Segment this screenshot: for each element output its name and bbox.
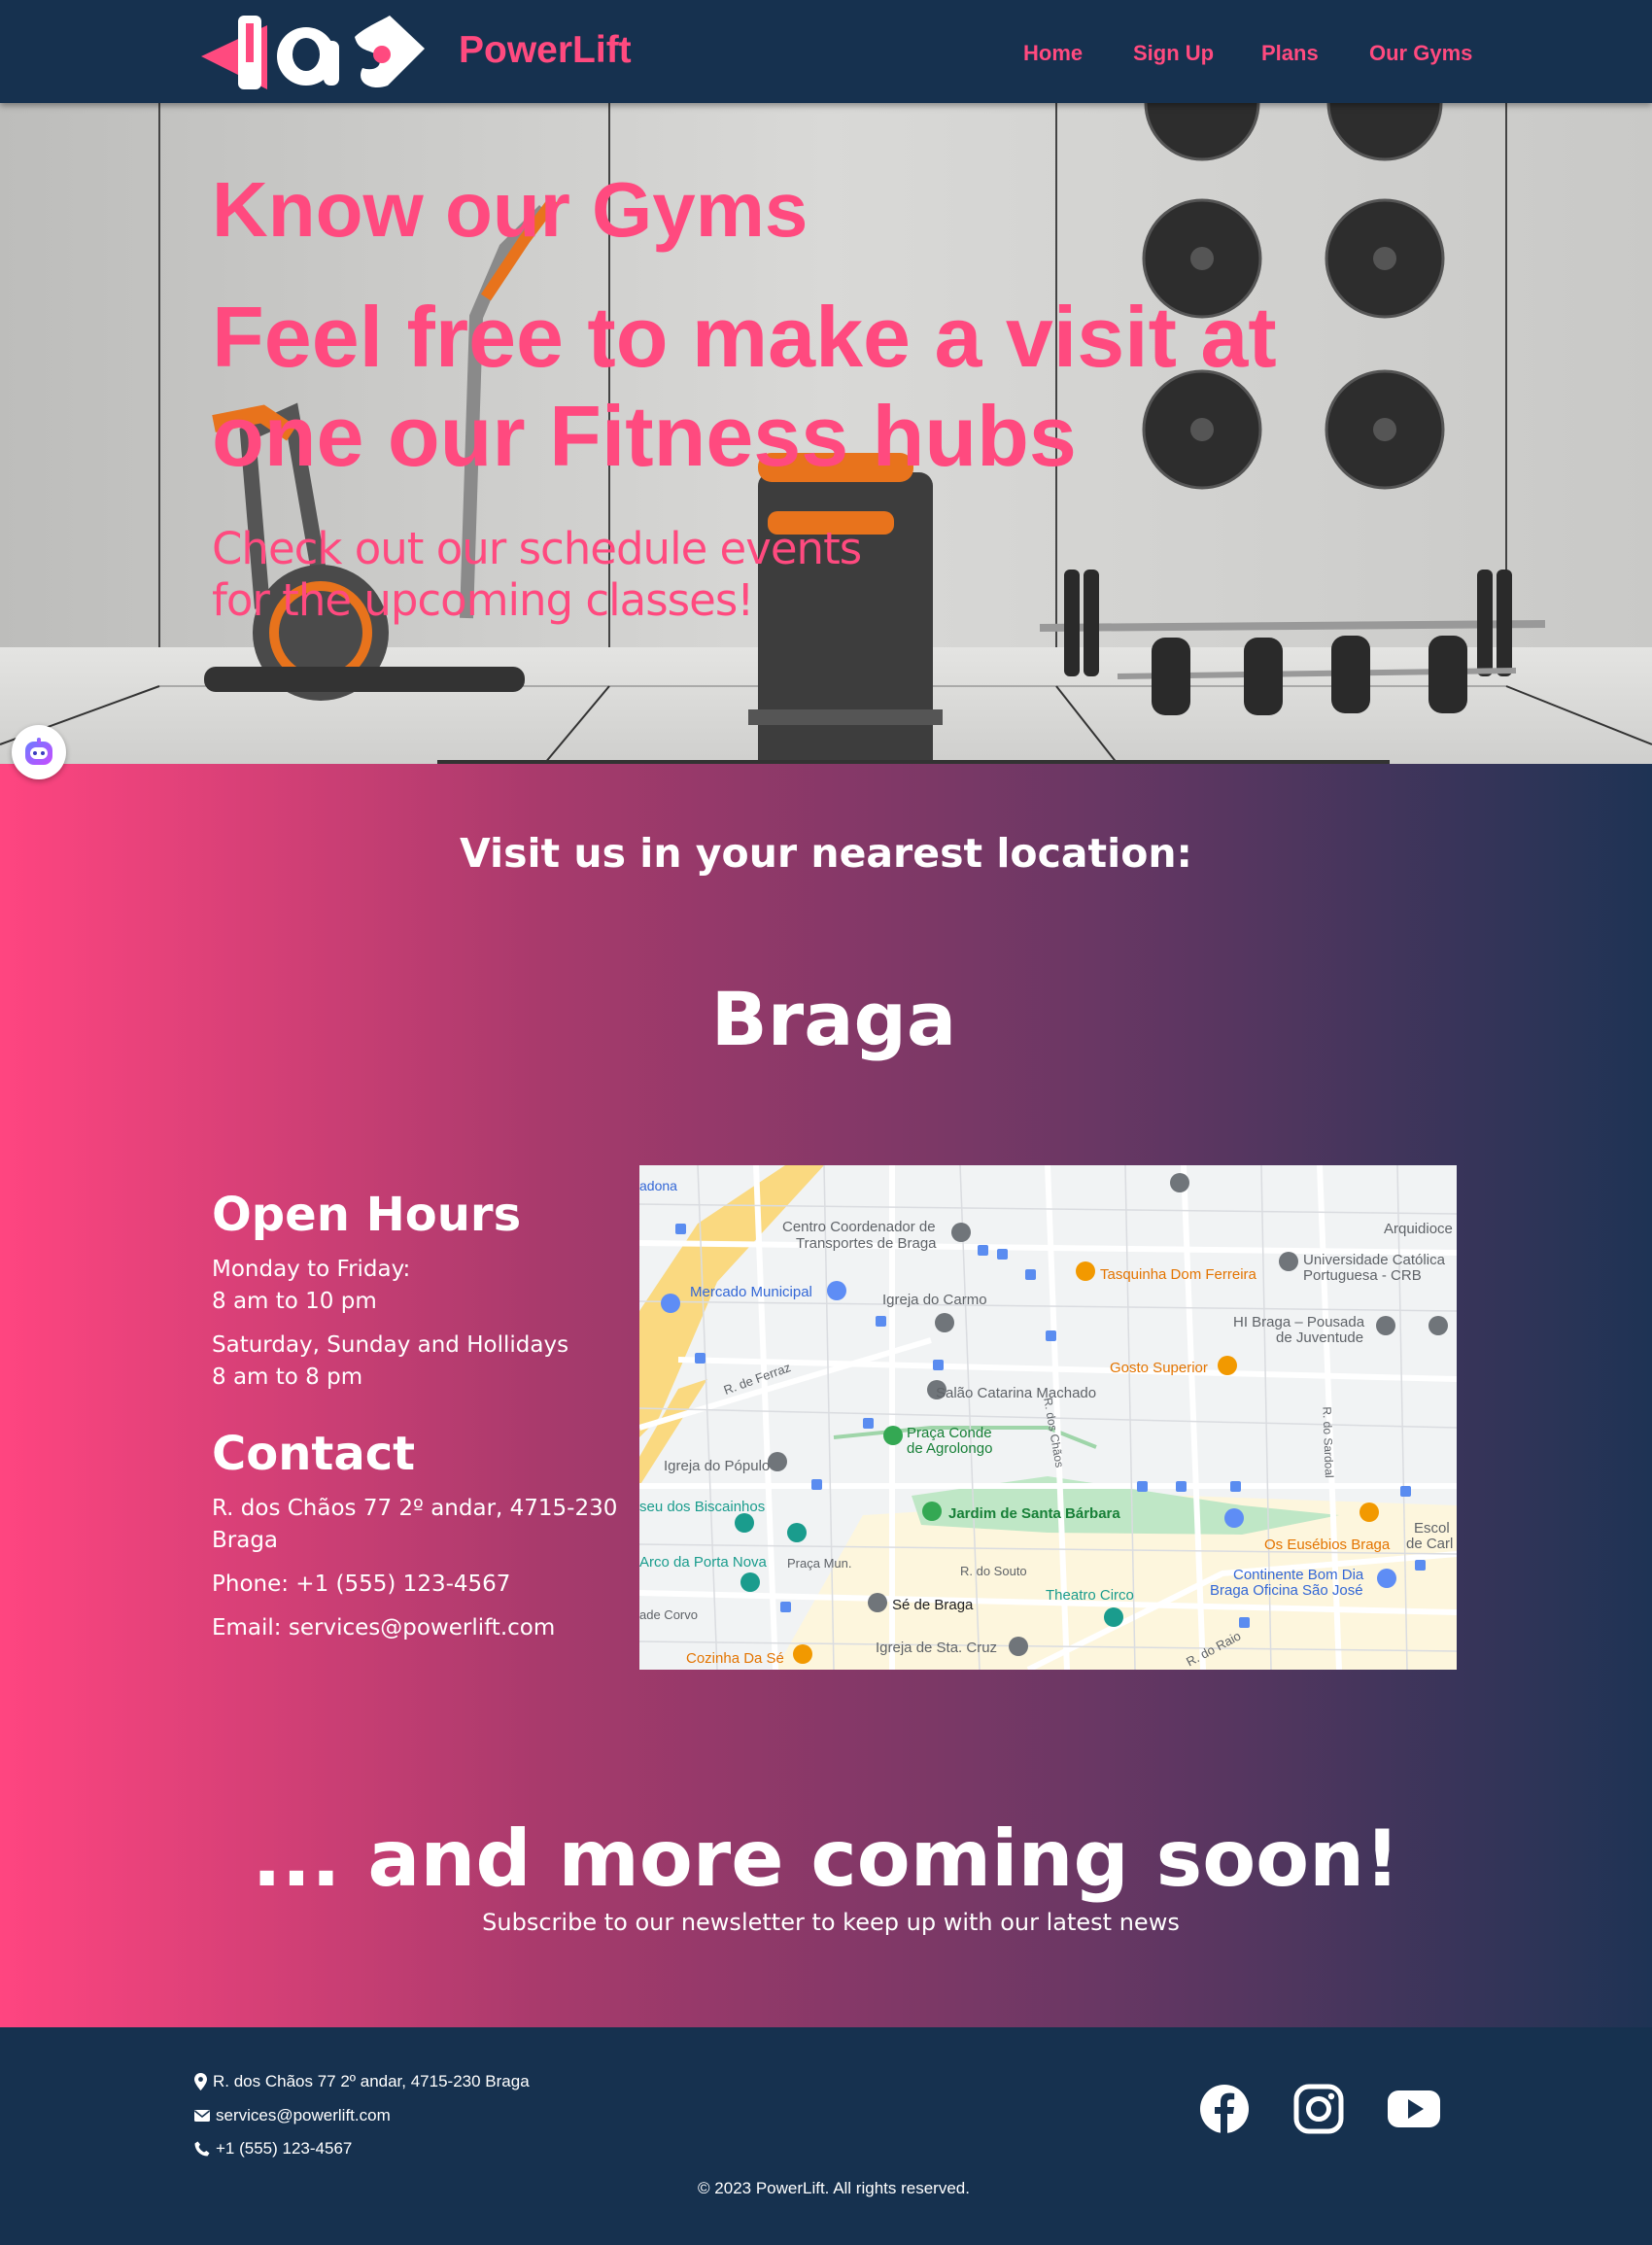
- map-label: Arco da Porta Nova: [639, 1554, 767, 1571]
- map-label: de Carl: [1406, 1536, 1454, 1552]
- site-footer: R. dos Chãos 77 2º andar, 4715-230 Braga…: [0, 2027, 1652, 2245]
- copyright-text: © 2023 PowerLift. All rights reserved.: [698, 2179, 970, 2197]
- more-coming-heading: ... and more coming soon!: [252, 1813, 1400, 1904]
- map-label: Jardim de Santa Bárbara: [948, 1505, 1120, 1522]
- nav-sign-up[interactable]: Sign Up: [1133, 41, 1214, 66]
- address-line-1: R. dos Chãos 77 2º andar, 4715-230: [212, 1496, 618, 1521]
- map-label: Escol: [1414, 1520, 1450, 1537]
- assistant-bot-icon[interactable]: [12, 725, 66, 779]
- map-label: HI Braga – Pousada: [1233, 1314, 1365, 1330]
- envelope-icon: [194, 2110, 210, 2122]
- map-label: R. do Sardoal: [1320, 1406, 1336, 1478]
- map-label: Igreja de Sta. Cruz: [876, 1640, 998, 1656]
- map-label: Salão Catarina Machado: [936, 1385, 1097, 1401]
- map-label: Arquidioce: [1384, 1221, 1453, 1237]
- hero-section: Know our Gyms Feel free to make a visit …: [0, 103, 1652, 764]
- map-label: Igreja do Pópulo: [664, 1458, 771, 1474]
- map-label: Sé de Braga: [892, 1597, 974, 1613]
- map-label: Gosto Superior: [1110, 1360, 1208, 1376]
- facebook-icon[interactable]: [1197, 2082, 1252, 2136]
- address-line-2: Braga: [212, 1528, 279, 1553]
- footer-email-text[interactable]: services@powerlift.com: [216, 2106, 391, 2125]
- powerlift-logo[interactable]: [199, 12, 428, 91]
- map-label: Tasquinha Dom Ferreira: [1100, 1266, 1256, 1283]
- hero-title: Know our Gyms: [212, 166, 809, 253]
- map-label: Igreja do Carmo: [882, 1292, 987, 1308]
- map-label: Cozinha Da Sé: [686, 1650, 784, 1667]
- map-label: Os Eusébios Braga: [1264, 1537, 1391, 1553]
- brand-name[interactable]: PowerLift: [459, 29, 632, 72]
- footer-address-text: R. dos Chãos 77 2º andar, 4715-230 Braga: [213, 2072, 530, 2090]
- map-marker-icon: [194, 2073, 207, 2090]
- contact-heading: Contact: [212, 1427, 416, 1481]
- phone-icon: [194, 2141, 210, 2157]
- map-label: Braga Oficina São José: [1210, 1582, 1363, 1599]
- youtube-icon[interactable]: [1385, 2082, 1443, 2136]
- footer-phone-text: +1 (555) 123-4567: [216, 2139, 353, 2158]
- weekend-hours: 8 am to 8 pm: [212, 1364, 363, 1390]
- map-label: adona: [639, 1178, 677, 1193]
- map-label: Transportes de Braga: [796, 1235, 937, 1252]
- map-label: ade Corvo: [639, 1607, 698, 1622]
- site-header: PowerLift Home Sign Up Plans Our Gyms: [0, 0, 1652, 103]
- subscribe-text: Subscribe to our newsletter to keep up w…: [482, 1909, 1180, 1936]
- weekdays-label: Monday to Friday:: [212, 1257, 411, 1282]
- city-name: Braga: [710, 976, 957, 1062]
- map-label: Continente Bom Dia: [1233, 1567, 1364, 1583]
- weekend-label: Saturday, Sunday and Hollidays: [212, 1332, 569, 1358]
- map-label: R. do Souto: [960, 1564, 1027, 1578]
- email-text[interactable]: Email: services@powerlift.com: [212, 1612, 555, 1644]
- visit-heading: Visit us in your nearest location:: [460, 830, 1192, 877]
- map-label: Universidade Católica: [1303, 1252, 1445, 1268]
- map-label: Mercado Municipal: [690, 1284, 812, 1300]
- map-label: seu dos Biscainhos: [639, 1499, 766, 1515]
- instagram-icon[interactable]: [1291, 2082, 1346, 2136]
- hero-subtitle: Feel free to make a visit at one our Fit…: [212, 289, 1277, 484]
- nav-home[interactable]: Home: [1023, 41, 1083, 66]
- map-label: Centro Coordenador de: [782, 1219, 936, 1235]
- open-hours-heading: Open Hours: [212, 1188, 522, 1242]
- footer-email: services@powerlift.com: [194, 2106, 391, 2125]
- map-label: de Juventude: [1276, 1330, 1364, 1346]
- map-label: Praça Mun.: [787, 1556, 852, 1571]
- phone-text: Phone: +1 (555) 123-4567: [212, 1572, 511, 1597]
- locations-section: Visit us in your nearest location: Braga…: [0, 764, 1652, 2027]
- location-map[interactable]: Centro Coordenador de Transportes de Bra…: [639, 1165, 1457, 1670]
- map-label: Praça Conde: [907, 1425, 992, 1441]
- map-label: Portuguesa - CRB: [1303, 1267, 1422, 1284]
- nav-our-gyms[interactable]: Our Gyms: [1369, 41, 1472, 66]
- hero-text: Check out our schedule events for the up…: [212, 523, 862, 626]
- weekdays-hours: 8 am to 10 pm: [212, 1289, 377, 1314]
- nav-plans[interactable]: Plans: [1261, 41, 1319, 66]
- map-label: Theatro Circo: [1046, 1587, 1134, 1604]
- footer-phone: +1 (555) 123-4567: [194, 2139, 352, 2159]
- map-label: de Agrolongo: [907, 1440, 993, 1457]
- footer-address: R. dos Chãos 77 2º andar, 4715-230 Braga: [194, 2072, 530, 2091]
